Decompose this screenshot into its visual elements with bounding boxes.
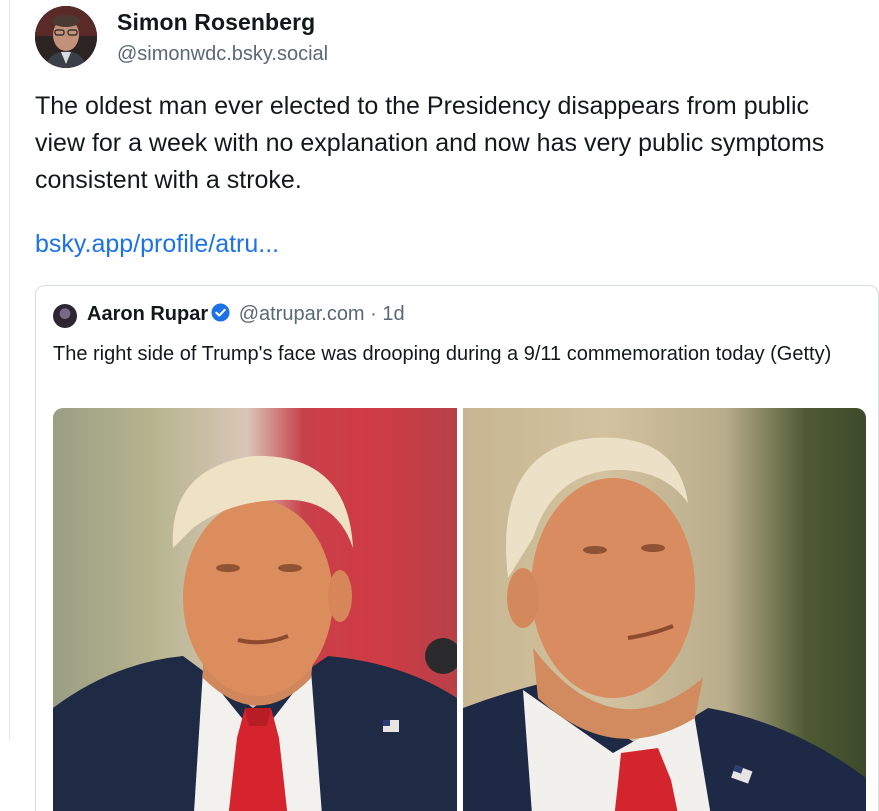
quoted-post-time[interactable]: 1d bbox=[382, 303, 404, 325]
author-handle[interactable]: @simonwdc.bsky.social bbox=[117, 43, 328, 66]
quoted-post[interactable]: Aaron Rupar @atrupar.com · 1d The right … bbox=[35, 285, 879, 811]
image-left[interactable] bbox=[53, 408, 457, 811]
post: Simon Rosenberg @simonwdc.bsky.social Th… bbox=[35, 0, 879, 811]
thread-divider bbox=[9, 0, 10, 740]
quoted-author-handle[interactable]: @atrupar.com bbox=[239, 303, 365, 325]
header-separator: · bbox=[364, 303, 383, 325]
quoted-author-avatar[interactable] bbox=[53, 304, 77, 328]
quoted-post-text: The right side of Trump's face was droop… bbox=[53, 343, 832, 365]
verified-check-icon bbox=[211, 303, 230, 322]
post-text: The oldest man ever elected to the Presi… bbox=[35, 92, 825, 194]
image-right[interactable] bbox=[463, 408, 866, 811]
post-link[interactable]: bsky.app/profile/atru... bbox=[35, 230, 279, 259]
quoted-post-images bbox=[53, 408, 866, 811]
author-avatar[interactable] bbox=[35, 6, 97, 68]
quoted-post-header: Aaron Rupar @atrupar.com · 1d bbox=[87, 303, 405, 326]
quoted-author-name[interactable]: Aaron Rupar bbox=[87, 303, 208, 325]
author-name[interactable]: Simon Rosenberg bbox=[117, 9, 315, 36]
